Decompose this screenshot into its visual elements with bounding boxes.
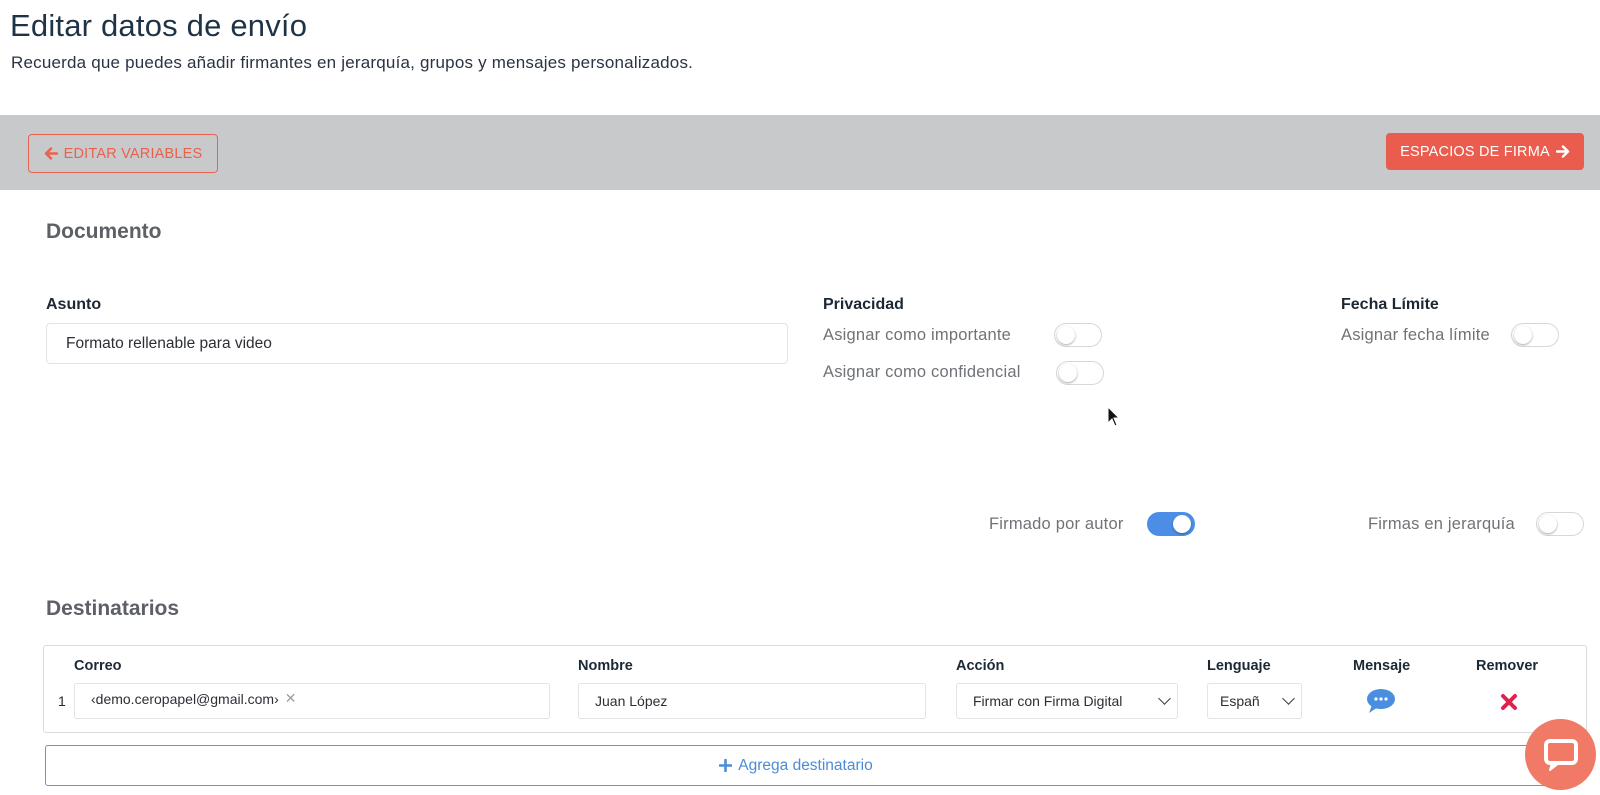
important-toggle[interactable] [1054,323,1102,347]
action-value: Firmar con Firma Digital [973,693,1123,709]
plus-icon [719,759,733,772]
column-message: Mensaje [1353,658,1411,674]
add-recipient-label: Agrega destinatario [738,756,873,774]
mouse-cursor-icon [1107,406,1121,427]
name-field[interactable]: Juan López [578,683,926,719]
remove-email-icon[interactable]: ✕ [285,691,297,705]
page-title: Editar datos de envío [10,8,308,43]
chat-support-icon [1543,738,1578,771]
row-index: 1 [58,693,66,709]
close-icon[interactable] [1500,693,1518,711]
chevron-down-icon [1158,692,1171,705]
add-recipient-button[interactable]: Agrega destinatario [45,745,1547,786]
privacy-label: Privacidad [823,296,904,313]
signature-spaces-button[interactable]: ESPACIOS DE FIRMA [1386,133,1584,170]
edit-variables-button[interactable]: EDITAR VARIABLES [28,134,218,173]
confidential-label: Asignar como confidencial [823,363,1021,381]
language-value: Españ [1220,693,1260,709]
subject-input[interactable]: Formato rellenable para video [46,323,788,364]
toolbar: EDITAR VARIABLES ESPACIOS DE FIRMA [0,115,1600,190]
subject-value: Formato rellenable para video [66,334,272,352]
arrow-right-icon [1555,145,1570,158]
important-label: Asignar como importante [823,326,1012,344]
document-section-title: Documento [46,220,162,243]
hierarchy-toggle[interactable] [1536,512,1584,536]
column-email: Correo [74,658,122,674]
page-subtitle: Recuerda que puedes añadir firmantes en … [11,53,694,72]
language-select[interactable]: Españ [1207,683,1302,719]
column-language: Lenguaje [1207,658,1271,674]
edit-variables-label: EDITAR VARIABLES [63,145,203,162]
chat-support-button[interactable] [1525,719,1596,790]
chat-icon[interactable] [1366,688,1396,714]
column-action: Acción [956,658,1005,674]
action-select[interactable]: Firmar con Firma Digital [956,683,1178,719]
signed-by-author-toggle[interactable] [1147,512,1195,536]
deadline-label: Fecha Límite [1341,296,1439,313]
signature-spaces-label: ESPACIOS DE FIRMA [1400,143,1550,160]
signed-by-author-label: Firmado por autor [989,515,1124,533]
recipients-table: Correo Nombre Acción Lenguaje Mensaje Re… [43,645,1587,733]
deadline-toggle[interactable] [1511,323,1559,347]
column-remove: Remover [1476,658,1539,674]
chevron-down-icon [1282,692,1295,705]
name-value: Juan López [595,693,668,709]
column-name: Nombre [578,658,633,674]
arrow-left-icon [44,147,58,160]
hierarchy-label: Firmas en jerarquía [1368,515,1515,533]
recipients-section-title: Destinatarios [46,597,180,620]
email-chip: ‹demo.ceropapel@gmail.com› [91,691,279,707]
subject-label: Asunto [46,296,102,313]
email-field[interactable]: ‹demo.ceropapel@gmail.com› ✕ [74,683,550,719]
confidential-toggle[interactable] [1056,361,1104,385]
deadline-toggle-label: Asignar fecha límite [1341,326,1490,344]
